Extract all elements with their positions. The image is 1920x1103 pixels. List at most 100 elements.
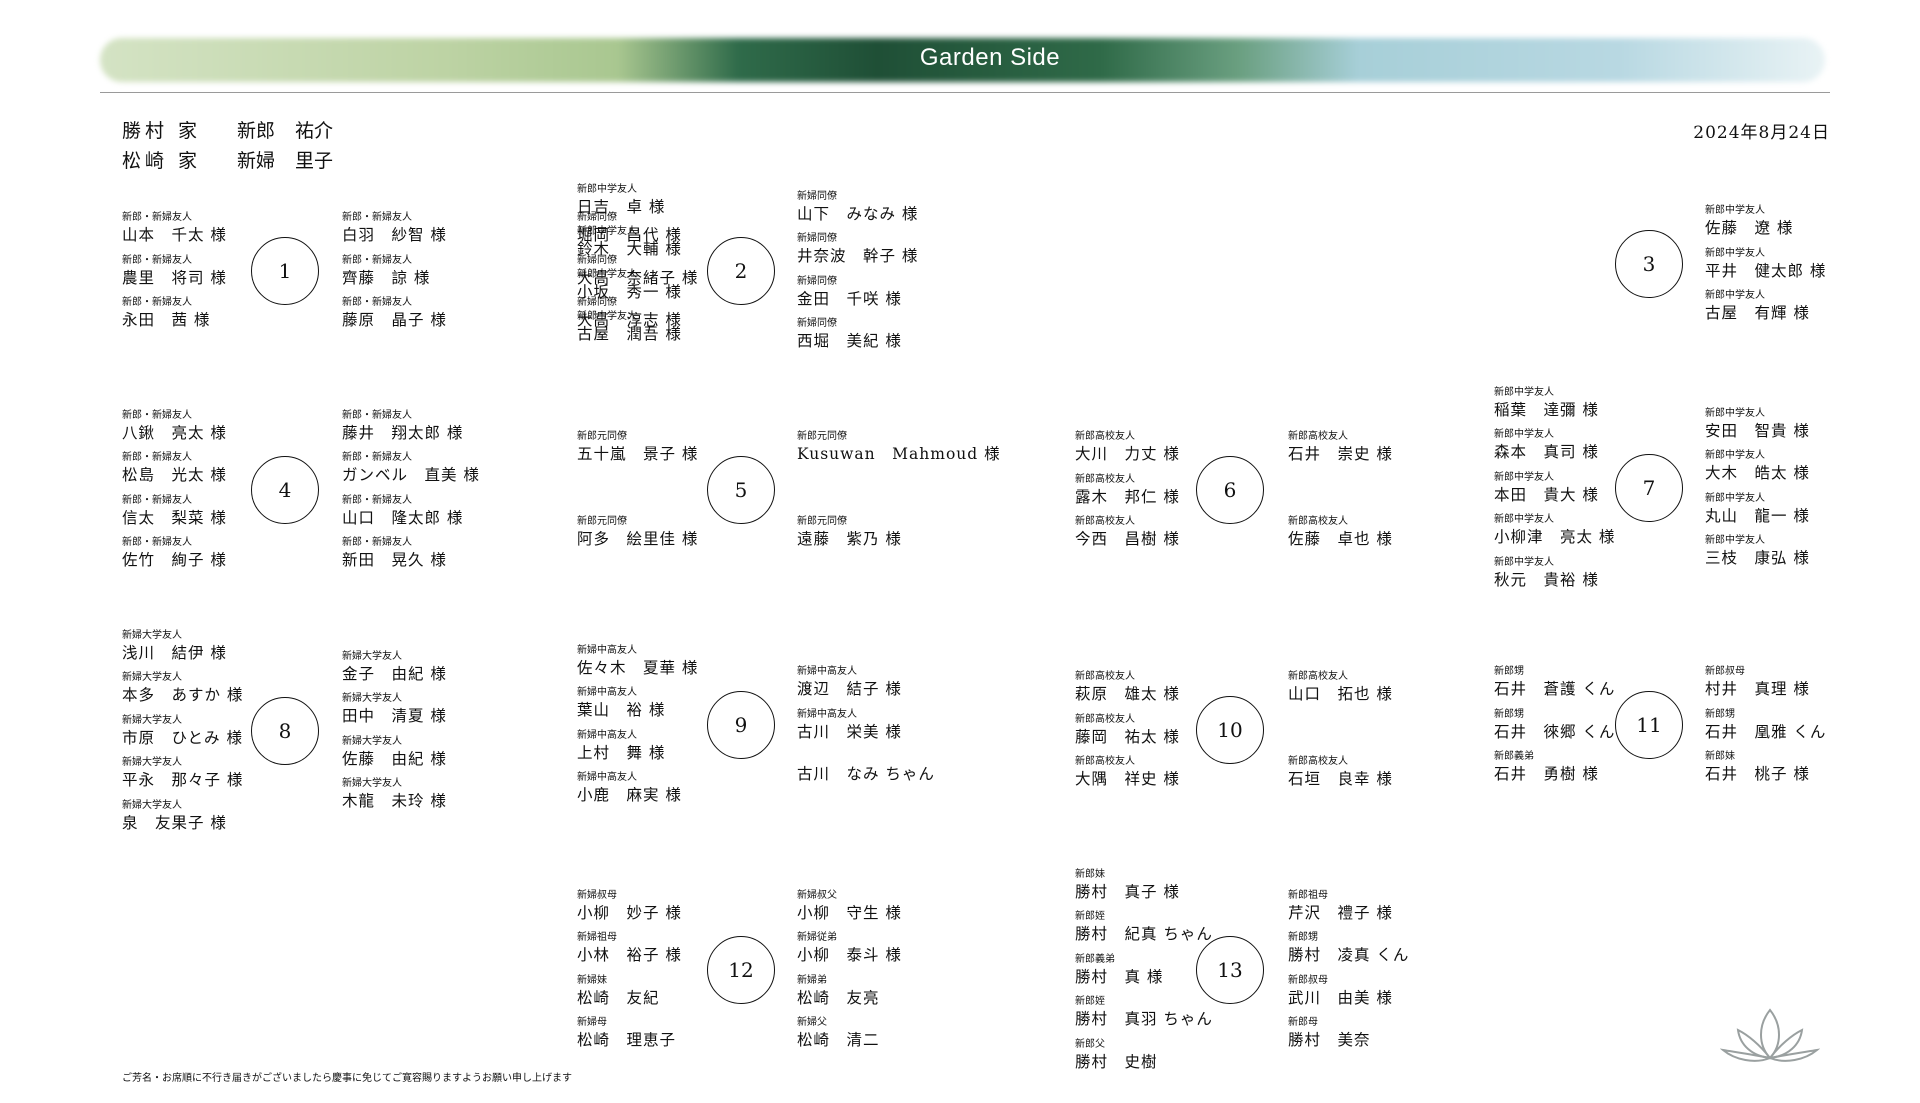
guest-entry: 新郎・新婦友人 藤井 翔太郎 様 [342,410,463,443]
guest-relation: 新郎・新婦友人 [342,297,412,308]
guest-relation: 新郎祖母 [1288,889,1328,901]
guest-relation: 新郎高校友人 [1075,431,1135,442]
guest-entry: 新郎母 勝村 美奈 [1288,1017,1371,1050]
bride-role: 新婦 [237,150,276,172]
guest-name: 新田 晃久 様 [342,551,447,570]
guest-relation: 新郎叔母 [1705,666,1745,677]
guest-entry: 新郎姪 勝村 紀真 ちゃん [1075,911,1213,944]
guest-relation: 新郎中学友人 [577,183,637,195]
guest-entry: 新婦大学友人 平永 那々子 様 [122,757,243,790]
guest-name: 古屋 有輝 様 [1705,304,1810,322]
guest-name: 古川 栄美 様 [797,722,902,741]
guest-entry: 新郎高校友人 大川 力丈 様 [1075,431,1180,464]
guest-relation: 新婦妹 [577,974,607,986]
guest-entry: 新婦従弟 小柳 泰斗 様 [797,932,902,965]
guest-name: 勝村 美奈 [1288,1031,1371,1050]
guest-name: 鈴木 大輔 様 [577,240,682,259]
guest-name: 本田 貴大 様 [1494,485,1599,504]
guest-relation: 新婦大学友人 [342,650,402,662]
guest-name: 小鹿 麻実 様 [577,786,682,805]
guest-entry: 新郎・新婦友人 八鍬 亮太 様 [122,410,227,443]
guest-relation: 新郎義弟 [1494,751,1534,762]
guest-entry: 新婦弟 松崎 友亮 [797,975,880,1008]
guest-relation: 新郎・新婦友人 [342,452,412,464]
guest-entry: 新婦大学友人 本多 あすか 様 [122,672,243,705]
guest-name: 武川 由美 様 [1288,988,1393,1007]
guest-relation: 新婦大学友人 [122,714,182,726]
guest-name: 西堀 美紀 様 [797,332,902,351]
guest-relation: 新婦中高友人 [577,687,637,699]
guest-entry: 新婦中高友人 渡辺 結子 様 [797,666,902,699]
guest-relation: 新郎・新婦友人 [342,494,412,506]
guest-relation: 新郎・新婦友人 [122,297,192,308]
table-number-2: 2 [707,237,775,305]
guest-relation: 新婦大学友人 [342,735,402,747]
guest-entry: 新婦大学友人 田中 清夏 様 [342,693,447,726]
guest-relation: 新郎叔母 [1288,974,1328,986]
bride-family: 松崎 家 [122,150,202,172]
guest-name: 萩原 雄太 様 [1075,685,1180,703]
guest-entry: 新郎甥 石井 蒼護 くん [1494,666,1615,699]
guest-relation: 新郎中学友人 [1705,450,1765,462]
guest-relation: 新郎・新婦友人 [122,254,192,266]
table-number-13: 13 [1196,936,1264,1004]
guest-entry: 新郎元同僚 Kusuwan Mahmoud 様 [797,431,1001,464]
guest-name: 山下 みなみ 様 [797,204,919,223]
guest-name: Kusuwan Mahmoud 様 [797,445,1001,463]
guest-name: 木龍 未玲 様 [342,792,447,811]
table-number-12: 12 [707,936,775,1004]
guest-name: 露木 邦仁 様 [1075,487,1180,506]
guest-name: 小坂 秀一 様 [577,282,682,301]
guest-relation: 新郎・新婦友人 [342,254,412,266]
guest-entry: 新郎高校友人 大隅 祥史 様 [1075,756,1180,789]
guest-entry: 新郎父 勝村 史樹 [1075,1039,1158,1072]
guest-relation: 新郎中学友人 [577,268,637,280]
guest-entry: 新婦大学友人泉 友果子 様 [122,800,227,833]
guest-entry: 新婦中高友人 小鹿 麻実 様 [577,772,682,805]
table-number-7: 7 [1615,454,1683,522]
lotus-icon [1720,1008,1820,1062]
guest-entry: 新郎・新婦友人 藤原 晶子 様 [342,297,447,330]
guest-name: 勝村 真 様 [1075,967,1164,986]
guest-name: 金子 由紀 様 [342,664,447,683]
guest-relation: 新郎中学友人 [1705,205,1765,216]
guest-relation: 新郎高校友人 [1288,431,1348,442]
guest-relation: 新婦同僚 [797,233,837,245]
guest-entry: 新郎・新婦友人 ガンベル 直美 様 [342,452,480,485]
guest-relation: 新郎高校友人 [1075,473,1135,485]
guest-name: 浅川 結伊 様 [122,643,227,662]
table-number-10: 10 [1196,696,1264,764]
guest-entry: 新婦中高友人 佐々木 夏華 様 [577,645,698,678]
guest-entry: 新郎・新婦友人 山口 隆太郎 様 [342,495,463,528]
guest-entry: 新郎・新婦友人 齊藤 諒 様 [342,255,430,288]
guest-entry: 古川 なみ ちゃん [797,751,935,784]
table-number-1: 1 [251,237,319,305]
guest-relation: 新郎・新婦友人 [122,494,192,506]
guest-entry: 新郎・新婦友人 佐竹 絢子 様 [122,537,227,570]
groom-role: 新郎 [237,120,276,142]
guest-relation: 新郎父 [1075,1038,1105,1050]
guest-relation: 新郎高校友人 [1288,516,1348,527]
guest-entry: 新婦叔母 小柳 妙子 様 [577,890,682,923]
guest-entry: 新郎元同僚 遠藤 紫乃 様 [797,516,902,549]
guest-relation: 新郎中学友人 [1494,556,1554,568]
guest-relation: 新婦中高友人 [577,729,637,741]
guest-entry: 新郎中学友人 佐藤 遼 様 [1705,205,1793,238]
guest-relation: 新郎中学友人 [1705,247,1765,259]
guest-name: 日吉 卓 様 [577,197,666,216]
guest-name: 藤岡 祐太 様 [1075,727,1180,746]
guest-entry: 新郎・新婦友人 山本 千太 様 [122,212,227,245]
guest-name: 本多 あすか 様 [122,686,244,704]
guest-entry: 新婦大学友人 佐藤 由紀 様 [342,736,447,769]
guest-entry: 新郎高校友人 石井 崇史 様 [1288,431,1393,464]
guest-relation: 新婦同僚 [797,275,837,287]
guest-name: 勝村 凌真 くん [1288,946,1410,965]
guest-relation [797,751,935,763]
guest-name: 古屋 潤吾 様 [577,325,682,344]
guest-relation: 新婦大学友人 [122,757,182,768]
guest-entry: 新郎・新婦友人 松島 光太 様 [122,452,227,485]
guest-entry: 新郎元同僚 阿多 絵里佳 様 [577,516,698,549]
guest-relation: 新郎・新婦友人 [122,409,192,421]
guest-relation: 新郎中学友人 [1494,429,1554,440]
guest-name: 秋元 貴裕 様 [1494,570,1599,589]
